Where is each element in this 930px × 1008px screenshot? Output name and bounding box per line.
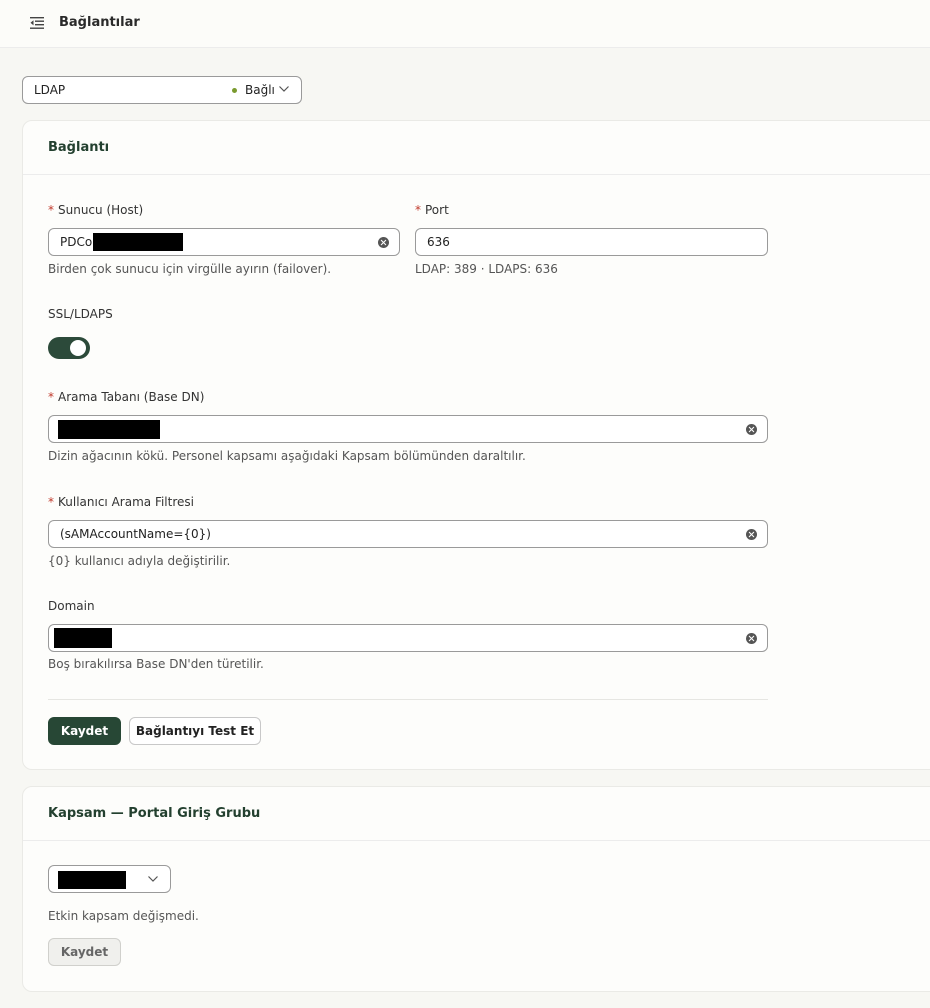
test-connection-button[interactable]: Bağlantıyı Test Et <box>129 717 261 745</box>
required-mark: * <box>415 203 421 217</box>
connection-card-header: Bağlantı <box>23 121 930 175</box>
scope-save-button[interactable]: Kaydet <box>48 938 121 966</box>
user-filter-label-text: Kullanıcı Arama Filtresi <box>58 495 194 509</box>
clear-icon[interactable] <box>746 633 757 644</box>
host-input[interactable]: PDCo <box>48 228 400 256</box>
port-input[interactable]: 636 <box>415 228 768 256</box>
port-label: * Port <box>415 203 449 217</box>
port-label-text: Port <box>425 203 449 217</box>
scope-status-text: Etkin kapsam değişmedi. <box>48 909 199 923</box>
status-dot-icon <box>232 88 237 93</box>
menu-collapse-icon[interactable] <box>30 17 44 29</box>
ssl-label: SSL/LDAPS <box>48 307 113 321</box>
group-select[interactable] <box>48 865 171 893</box>
scope-card-title: Kapsam — Portal Giriş Grubu <box>48 806 261 821</box>
base-dn-hint: Dizin ağacının kökü. Personel kapsamı aş… <box>48 449 526 463</box>
clear-icon[interactable] <box>746 424 757 435</box>
host-hint: Birden çok sunucu için virgülle ayırın (… <box>48 262 332 276</box>
redacted-block <box>54 628 112 648</box>
port-hint: LDAP: 389 · LDAPS: 636 <box>415 262 558 276</box>
redacted-block <box>58 871 126 889</box>
chevron-down-icon <box>279 86 289 92</box>
top-bar: Bağlantılar <box>0 0 930 48</box>
domain-hint: Boş bırakılırsa Base DN'den türetilir. <box>48 657 264 671</box>
host-label: * Sunucu (Host) <box>48 203 143 217</box>
user-filter-input[interactable]: (sAMAccountName={0}) <box>48 520 768 548</box>
chevron-down-icon <box>148 876 158 882</box>
connection-card-title: Bağlantı <box>48 140 110 155</box>
redacted-block <box>58 420 160 439</box>
scope-card: Kapsam — Portal Giriş Grubu Etkin kapsam… <box>22 786 930 992</box>
domain-label: Domain <box>48 599 95 613</box>
connection-select-value: LDAP <box>34 83 66 97</box>
host-input-value: PDCo <box>60 235 93 249</box>
user-filter-label: * Kullanıcı Arama Filtresi <box>48 495 194 509</box>
host-label-text: Sunucu (Host) <box>58 203 144 217</box>
clear-icon[interactable] <box>378 237 389 248</box>
toggle-knob <box>70 340 86 356</box>
connection-card: Bağlantı * Sunucu (Host) PDCo Birden çok … <box>22 120 930 770</box>
base-dn-label: * Arama Tabanı (Base DN) <box>48 390 204 404</box>
required-mark: * <box>48 495 54 509</box>
required-mark: * <box>48 203 54 217</box>
redacted-block <box>93 233 183 251</box>
scope-card-header: Kapsam — Portal Giriş Grubu <box>23 787 930 841</box>
port-input-value: 636 <box>427 235 450 249</box>
divider <box>48 699 768 700</box>
user-filter-input-value: (sAMAccountName={0}) <box>60 527 211 541</box>
connection-select[interactable]: LDAP Bağlı <box>22 76 302 104</box>
required-mark: * <box>48 390 54 404</box>
base-dn-input[interactable] <box>48 415 768 443</box>
user-filter-hint: {0} kullanıcı adıyla değiştirilir. <box>48 554 231 568</box>
base-dn-label-text: Arama Tabanı (Base DN) <box>58 390 205 404</box>
domain-input[interactable] <box>48 624 768 652</box>
page-title: Bağlantılar <box>59 15 140 30</box>
connection-status: Bağlı <box>245 83 275 97</box>
save-button[interactable]: Kaydet <box>48 717 121 745</box>
ssl-toggle[interactable] <box>48 337 90 359</box>
clear-icon[interactable] <box>746 529 757 540</box>
